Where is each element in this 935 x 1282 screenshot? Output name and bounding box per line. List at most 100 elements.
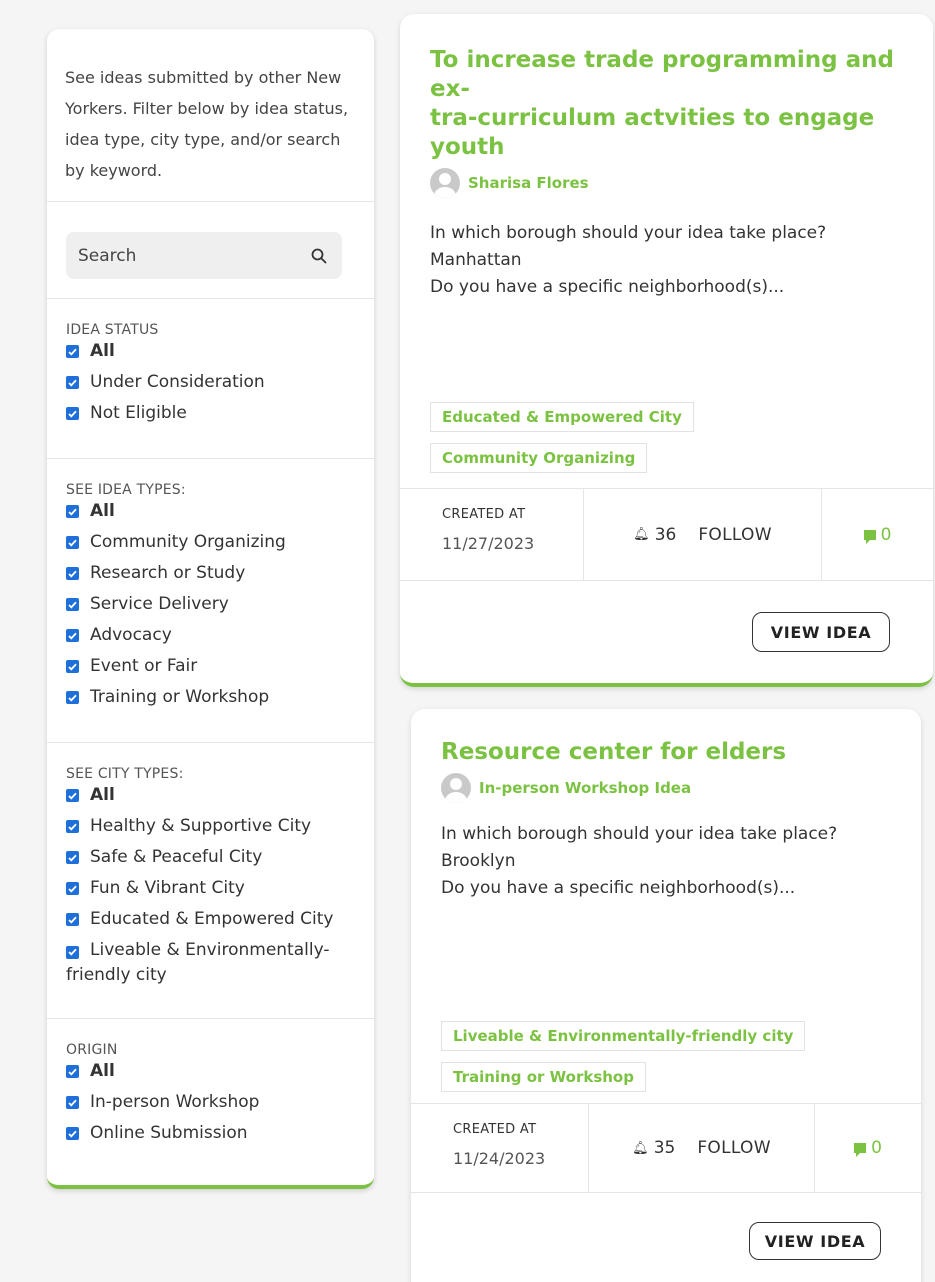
origin-in-person-checkbox[interactable]: In-person Workshop xyxy=(66,1087,364,1118)
city-educated-checkbox[interactable]: Educated & Empowered City xyxy=(66,904,364,935)
idea-author: Sharisa Flores xyxy=(400,168,933,198)
filter-label: Training or Workshop xyxy=(90,687,270,707)
sidebar-intro-text: See ideas submitted by other New Yorkers… xyxy=(47,29,374,202)
excerpt-more: Do you have a specific neighborhood(s)..… xyxy=(441,878,796,898)
city-types-filter: SEE CITY TYPES: All Healthy & Supportive… xyxy=(47,743,374,1019)
filter-label: Advocacy xyxy=(90,625,172,645)
check-icon[interactable] xyxy=(66,1127,79,1140)
type-event-checkbox[interactable]: Event or Fair xyxy=(66,651,364,682)
view-idea-button[interactable]: VIEW IDEA xyxy=(752,612,890,652)
idea-tags: Liveable & Environmentally-friendly city… xyxy=(441,1021,806,1103)
type-advocacy-checkbox[interactable]: Advocacy xyxy=(66,620,364,651)
search-placeholder: Search xyxy=(78,245,137,266)
tag-idea-type[interactable]: Training or Workshop xyxy=(441,1062,646,1092)
idea-title[interactable]: To increase trade programming and ex- tr… xyxy=(400,14,933,162)
tag-idea-type[interactable]: Community Organizing xyxy=(430,443,648,473)
idea-status-filter: IDEA STATUS All Under Consideration Not … xyxy=(47,299,374,459)
check-icon[interactable] xyxy=(66,660,79,673)
city-healthy-checkbox[interactable]: Healthy & Supportive City xyxy=(66,811,364,842)
type-service-delivery-checkbox[interactable]: Service Delivery xyxy=(66,589,364,620)
check-icon[interactable] xyxy=(66,629,79,642)
check-icon[interactable] xyxy=(66,851,79,864)
follow-label: FOLLOW xyxy=(698,524,772,545)
status-all-checkbox[interactable]: All xyxy=(66,339,364,364)
filter-label: All xyxy=(90,501,115,521)
check-icon[interactable] xyxy=(66,536,79,549)
check-icon[interactable] xyxy=(66,407,79,420)
filter-label: Safe & Peaceful City xyxy=(90,847,263,867)
idea-excerpt: In which borough should your idea take p… xyxy=(400,220,933,301)
filter-label: Community Organizing xyxy=(90,532,286,552)
created-label: CREATED AT xyxy=(442,507,526,522)
city-types-title: SEE CITY TYPES: xyxy=(66,766,184,782)
filter-label: Service Delivery xyxy=(90,594,229,614)
author-name[interactable]: Sharisa Flores xyxy=(468,174,589,192)
created-label: CREATED AT xyxy=(453,1122,537,1137)
check-icon[interactable] xyxy=(66,567,79,580)
idea-title[interactable]: Resource center for elders xyxy=(411,709,921,767)
idea-excerpt: In which borough should your idea take p… xyxy=(411,821,921,902)
check-icon[interactable] xyxy=(66,789,79,802)
check-icon[interactable] xyxy=(66,913,79,926)
idea-tags: Educated & Empowered City Community Orga… xyxy=(430,402,694,484)
city-safe-checkbox[interactable]: Safe & Peaceful City xyxy=(66,842,364,873)
comments-number: 0 xyxy=(880,524,892,545)
created-date: 11/24/2023 xyxy=(453,1149,546,1168)
excerpt-answer: Manhattan xyxy=(430,250,522,270)
check-icon[interactable] xyxy=(66,1096,79,1109)
filter-label: Liveable & Environmentally-friendly city xyxy=(66,940,330,985)
status-not-eligible-checkbox[interactable]: Not Eligible xyxy=(66,398,364,429)
excerpt-more: Do you have a specific neighborhood(s)..… xyxy=(430,277,785,297)
filter-label: Online Submission xyxy=(90,1123,248,1143)
idea-author: In-person Workshop Idea xyxy=(411,773,921,803)
type-training-checkbox[interactable]: Training or Workshop xyxy=(66,682,364,713)
created-date: 11/27/2023 xyxy=(442,534,535,553)
tag-city-type[interactable]: Educated & Empowered City xyxy=(430,402,694,432)
status-under-consideration-checkbox[interactable]: Under Consideration xyxy=(66,367,364,398)
origin-filter: ORIGIN All In-person Workshop Online Sub… xyxy=(47,1019,374,1169)
origin-all-checkbox[interactable]: All xyxy=(66,1059,364,1084)
check-icon[interactable] xyxy=(66,691,79,704)
search-section: Search xyxy=(47,202,374,299)
check-icon[interactable] xyxy=(66,820,79,833)
type-community-organizing-checkbox[interactable]: Community Organizing xyxy=(66,527,364,558)
filter-label: All xyxy=(90,341,115,361)
type-research-checkbox[interactable]: Research or Study xyxy=(66,558,364,589)
idea-card: To increase trade programming and ex- tr… xyxy=(400,14,933,687)
city-all-checkbox[interactable]: All xyxy=(66,783,364,808)
excerpt-question: In which borough should your idea take p… xyxy=(441,824,838,844)
type-all-checkbox[interactable]: All xyxy=(66,499,364,524)
created-at: CREATED AT 11/24/2023 xyxy=(411,1104,589,1192)
check-icon[interactable] xyxy=(66,945,79,959)
filter-label: In-person Workshop xyxy=(90,1092,260,1112)
user-avatar-icon xyxy=(430,168,460,198)
origin-online-checkbox[interactable]: Online Submission xyxy=(66,1118,364,1149)
view-idea-button[interactable]: VIEW IDEA xyxy=(749,1222,881,1260)
follow-count: 36 xyxy=(654,524,677,545)
comment-icon xyxy=(863,529,876,544)
bell-icon: 🔔︎ xyxy=(633,527,650,542)
filter-label: Not Eligible xyxy=(90,403,187,423)
city-liveable-checkbox[interactable]: Liveable & Environmentally-friendly city xyxy=(66,935,364,988)
search-input[interactable]: Search xyxy=(66,232,342,279)
author-name[interactable]: In-person Workshop Idea xyxy=(479,779,691,797)
check-icon[interactable] xyxy=(66,505,79,518)
check-icon[interactable] xyxy=(66,598,79,611)
excerpt-question: In which borough should your idea take p… xyxy=(430,223,827,243)
idea-types-title: SEE IDEA TYPES: xyxy=(66,482,186,498)
tag-city-type[interactable]: Liveable & Environmentally-friendly city xyxy=(441,1021,806,1051)
comments-count[interactable]: 0 xyxy=(822,489,933,580)
check-icon[interactable] xyxy=(66,376,79,389)
idea-meta-row: CREATED AT 11/24/2023 🔔︎ 35 FOLLOW 0 xyxy=(411,1103,921,1193)
search-icon[interactable] xyxy=(310,247,328,265)
check-icon[interactable] xyxy=(66,345,79,358)
filter-label: Under Consideration xyxy=(90,372,265,392)
city-fun-checkbox[interactable]: Fun & Vibrant City xyxy=(66,873,364,904)
filter-label: Fun & Vibrant City xyxy=(90,878,245,898)
follow-button[interactable]: 🔔︎ 36 FOLLOW xyxy=(584,489,822,580)
check-icon[interactable] xyxy=(66,1065,79,1078)
comments-count[interactable]: 0 xyxy=(815,1104,921,1192)
follow-button[interactable]: 🔔︎ 35 FOLLOW xyxy=(589,1104,815,1192)
created-at: CREATED AT 11/27/2023 xyxy=(400,489,584,580)
check-icon[interactable] xyxy=(66,882,79,895)
